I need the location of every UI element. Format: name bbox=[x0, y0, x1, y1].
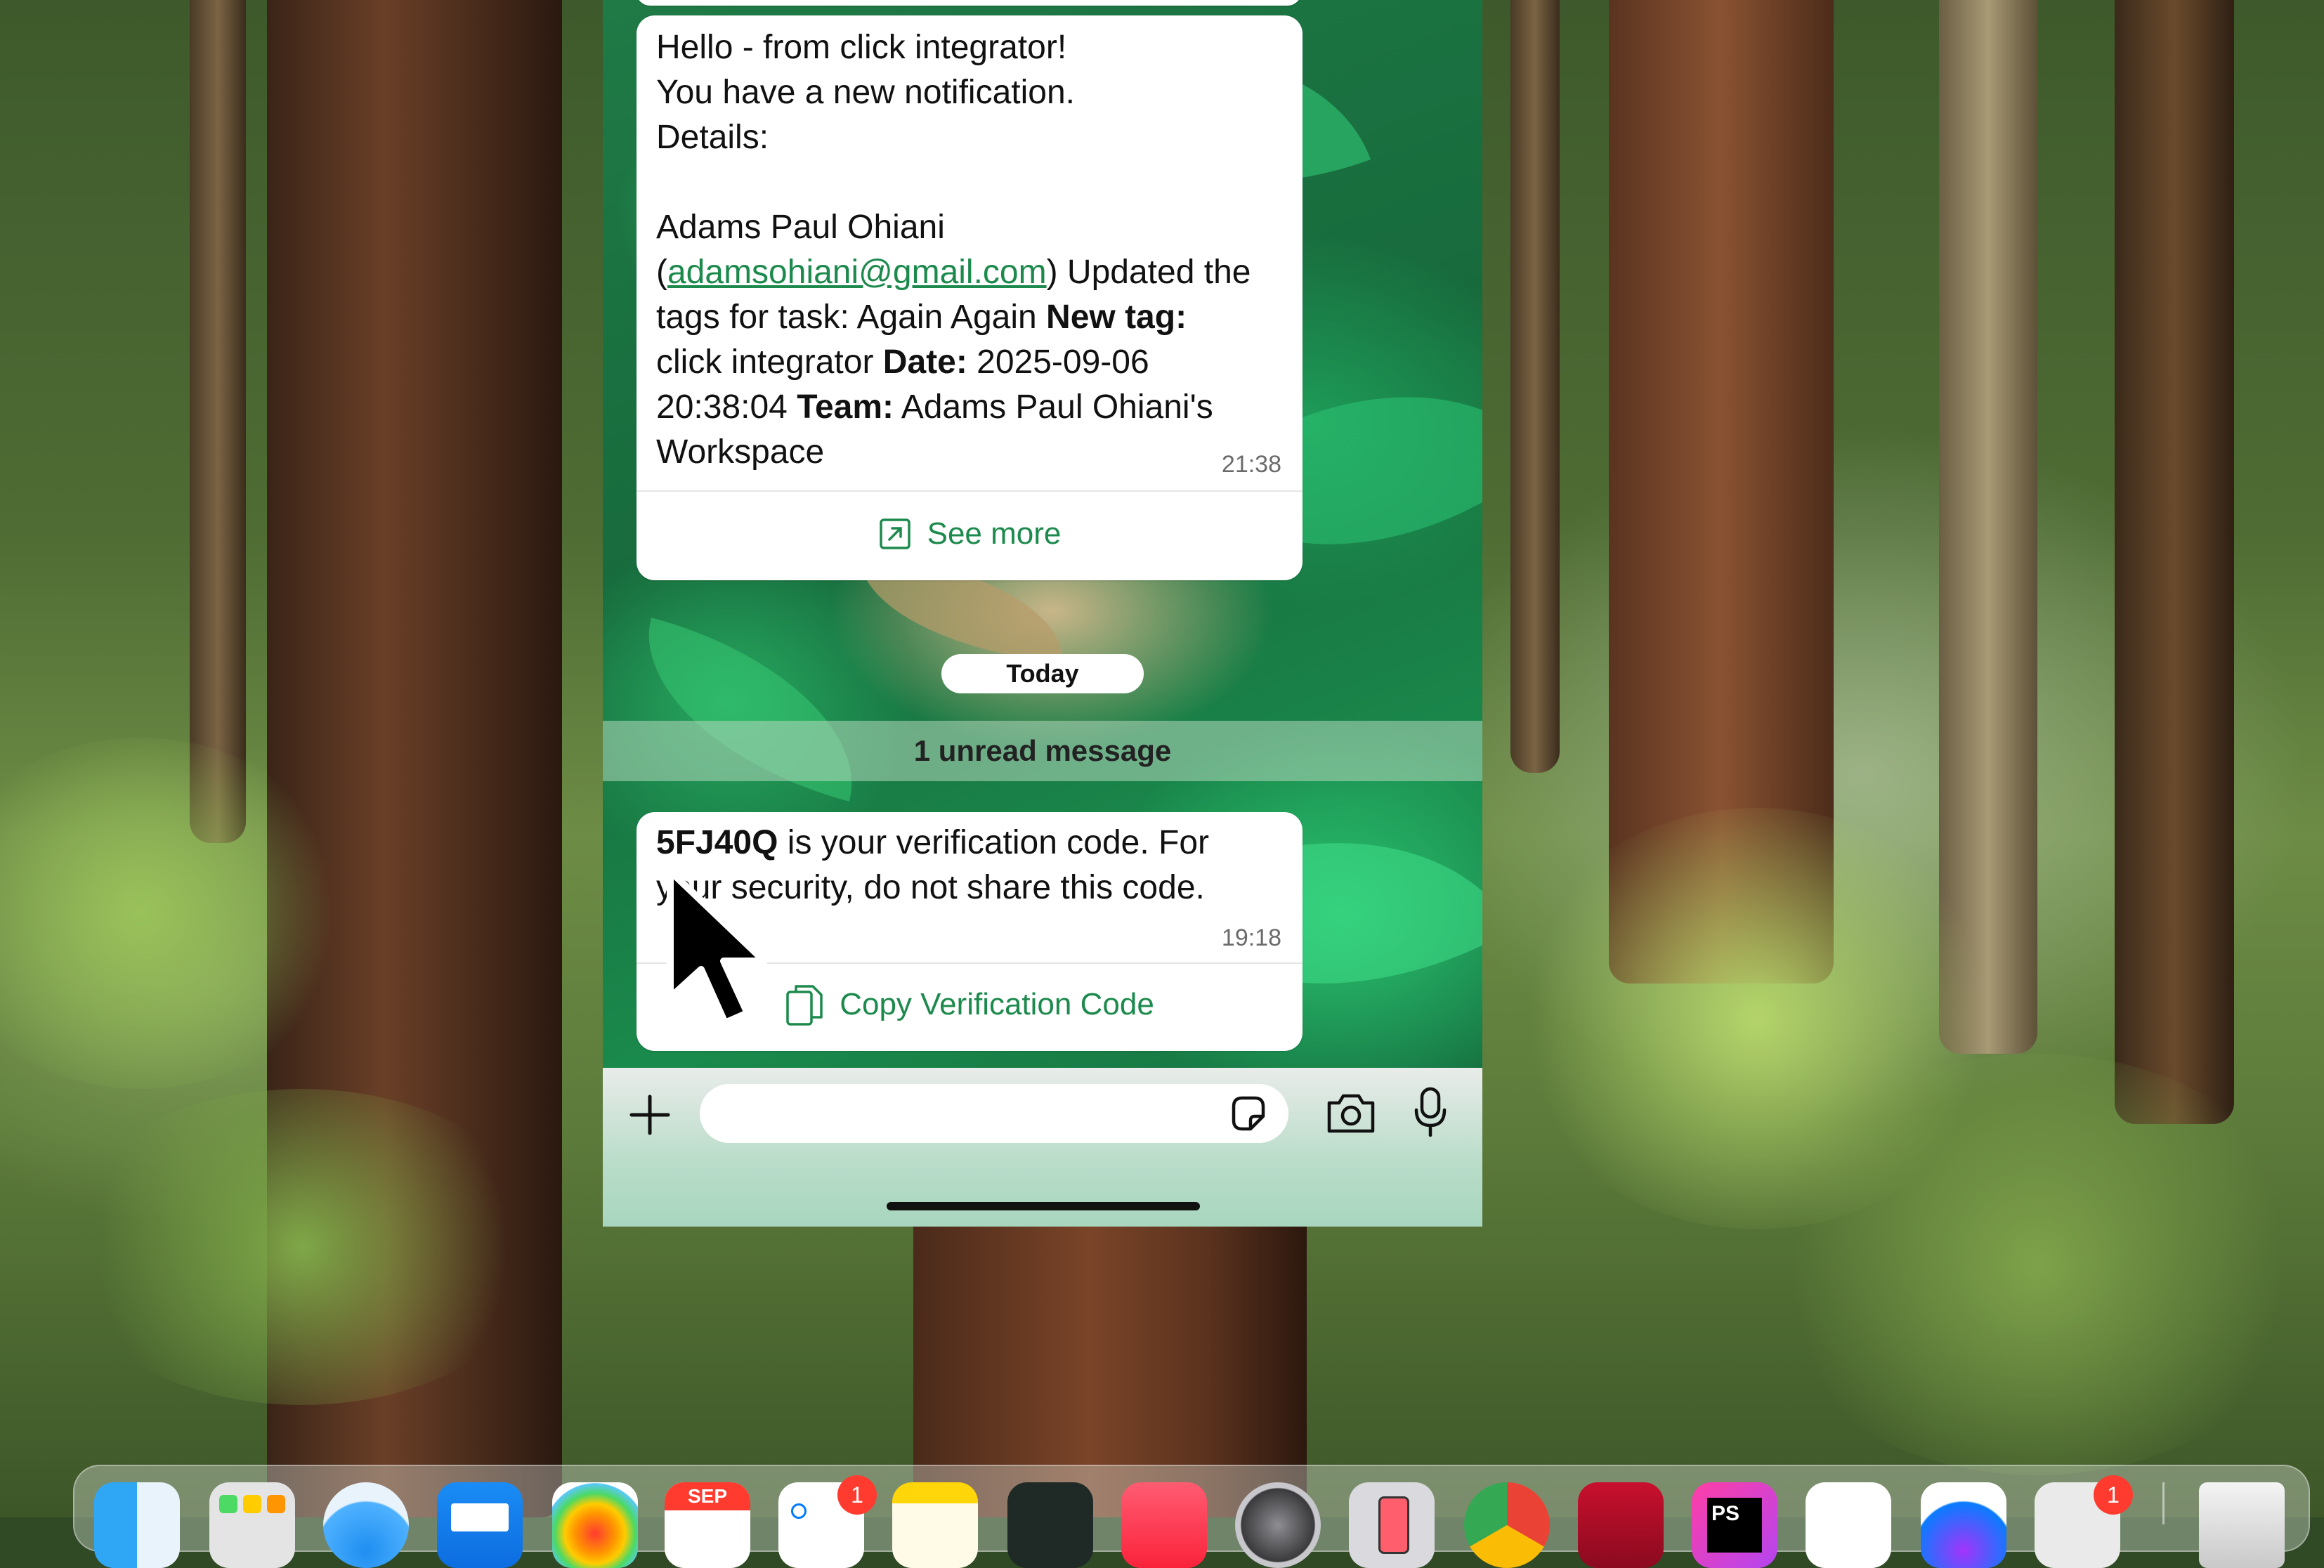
foliage bbox=[1756, 1054, 2318, 1475]
reminders-badge: 1 bbox=[837, 1475, 877, 1515]
date-separator: Today bbox=[941, 654, 1144, 693]
message-line: Adams Paul Ohiani bbox=[656, 209, 945, 246]
see-more-button[interactable]: See more bbox=[637, 500, 1303, 568]
previous-message-bubble bbox=[637, 0, 1301, 6]
message-timestamp: 19:18 bbox=[1221, 925, 1281, 951]
message-line: 20:38:04 Team: Adams Paul Ohiani's bbox=[656, 388, 1213, 426]
terminal-icon[interactable] bbox=[1007, 1482, 1093, 1568]
sticker-icon[interactable] bbox=[1227, 1092, 1269, 1135]
message-line: 5FJ40Q is your verification code. For bbox=[656, 824, 1210, 861]
message-bubble[interactable]: Hello - from click integrator! You have … bbox=[637, 15, 1303, 580]
tree-trunk bbox=[2115, 0, 2234, 1124]
phpstorm-label: PS bbox=[1707, 1498, 1762, 1553]
verification-code: 5FJ40Q bbox=[656, 824, 778, 861]
microphone-icon[interactable] bbox=[1412, 1086, 1449, 1138]
message-line: Workspace bbox=[656, 433, 825, 471]
tree-trunk bbox=[190, 0, 246, 843]
downloads-badge: 1 bbox=[2094, 1475, 2133, 1515]
message-body: Hello - from click integrator! You have … bbox=[656, 25, 1288, 475]
message-line: Hello - from click integrator! bbox=[656, 29, 1067, 66]
message-line: tags for task: Again Again New tag: bbox=[656, 299, 1187, 336]
dock-separator bbox=[2162, 1482, 2165, 1524]
message-input[interactable] bbox=[700, 1084, 1288, 1143]
unread-banner: 1 unread message bbox=[603, 721, 1482, 781]
email-link[interactable]: adamsohiani@gmail.com bbox=[667, 254, 1047, 291]
chrome-icon[interactable] bbox=[1464, 1482, 1550, 1568]
tree-trunk bbox=[1510, 0, 1560, 773]
home-indicator bbox=[887, 1202, 1200, 1210]
mail-icon[interactable] bbox=[437, 1482, 523, 1568]
calendar-icon[interactable]: SEP bbox=[665, 1482, 750, 1568]
music-icon[interactable] bbox=[1121, 1482, 1207, 1568]
system-settings-icon[interactable] bbox=[1235, 1482, 1321, 1568]
external-link-icon bbox=[879, 518, 910, 549]
message-line: You have a new notification. bbox=[656, 74, 1075, 111]
message-line: (adamsohiani@gmail.com) Updated the bbox=[656, 254, 1251, 291]
calendar-month: SEP bbox=[665, 1482, 750, 1510]
photos-icon[interactable] bbox=[552, 1482, 638, 1568]
message-divider bbox=[637, 490, 1303, 492]
safari-icon[interactable] bbox=[323, 1482, 409, 1568]
chatgpt-icon[interactable] bbox=[1806, 1482, 1891, 1568]
printer-icon[interactable] bbox=[1578, 1482, 1664, 1568]
foliage bbox=[56, 1089, 548, 1405]
message-line: click integrator Date: 2025-09-06 bbox=[656, 344, 1149, 381]
message-timestamp: 21:38 bbox=[1221, 451, 1281, 478]
messenger-icon[interactable] bbox=[1921, 1482, 2006, 1568]
iphone-mirroring-icon[interactable] bbox=[1349, 1482, 1435, 1568]
attach-plus-icon[interactable] bbox=[627, 1092, 672, 1137]
notes-icon[interactable] bbox=[892, 1482, 978, 1568]
message-line: Details: bbox=[656, 119, 769, 156]
copy-icon bbox=[786, 985, 823, 1026]
phpstorm-icon[interactable]: PS bbox=[1692, 1482, 1777, 1568]
camera-icon[interactable] bbox=[1325, 1090, 1377, 1135]
launchpad-icon[interactable] bbox=[209, 1482, 295, 1568]
finder-icon[interactable] bbox=[94, 1482, 180, 1568]
trash-icon[interactable] bbox=[2199, 1482, 2285, 1568]
mouse-cursor-icon bbox=[660, 864, 773, 1036]
